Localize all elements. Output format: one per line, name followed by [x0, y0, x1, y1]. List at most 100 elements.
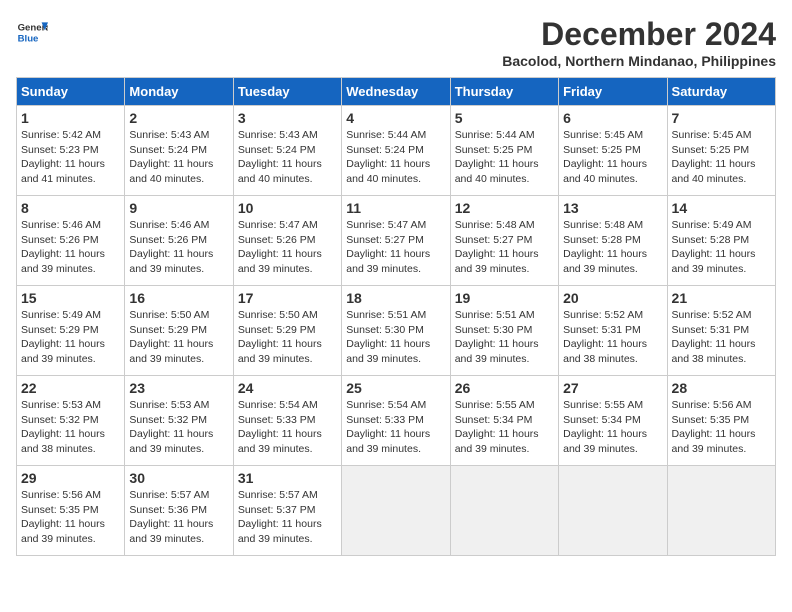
weekday-header-monday: Monday — [125, 78, 233, 106]
day-number: 25 — [346, 380, 445, 396]
weekday-header-tuesday: Tuesday — [233, 78, 341, 106]
calendar-cell: 5 Sunrise: 5:44 AM Sunset: 5:25 PM Daylig… — [450, 106, 558, 196]
cell-content: Sunrise: 5:55 AM Sunset: 5:34 PM Dayligh… — [455, 398, 554, 457]
calendar-week-5: 29 Sunrise: 5:56 AM Sunset: 5:35 PM Dayli… — [17, 466, 776, 556]
calendar-cell — [342, 466, 450, 556]
day-number: 11 — [346, 200, 445, 216]
calendar-week-1: 1 Sunrise: 5:42 AM Sunset: 5:23 PM Daylig… — [17, 106, 776, 196]
cell-content: Sunrise: 5:45 AM Sunset: 5:25 PM Dayligh… — [672, 128, 771, 187]
day-number: 15 — [21, 290, 120, 306]
weekday-header-friday: Friday — [559, 78, 667, 106]
cell-content: Sunrise: 5:51 AM Sunset: 5:30 PM Dayligh… — [455, 308, 554, 367]
cell-content: Sunrise: 5:52 AM Sunset: 5:31 PM Dayligh… — [672, 308, 771, 367]
day-number: 27 — [563, 380, 662, 396]
cell-content: Sunrise: 5:56 AM Sunset: 5:35 PM Dayligh… — [21, 488, 120, 547]
cell-content: Sunrise: 5:43 AM Sunset: 5:24 PM Dayligh… — [129, 128, 228, 187]
cell-content: Sunrise: 5:46 AM Sunset: 5:26 PM Dayligh… — [129, 218, 228, 277]
cell-content: Sunrise: 5:43 AM Sunset: 5:24 PM Dayligh… — [238, 128, 337, 187]
month-title: December 2024 — [502, 16, 776, 53]
day-number: 29 — [21, 470, 120, 486]
calendar-cell: 4Sunrise: 5:44 AM Sunset: 5:24 PM Daylig… — [342, 106, 450, 196]
calendar-cell: 25 Sunrise: 5:54 AM Sunset: 5:33 PM Dayli… — [342, 376, 450, 466]
day-number: 6 — [563, 110, 662, 126]
day-number: 16 — [129, 290, 228, 306]
calendar-cell: 17 Sunrise: 5:50 AM Sunset: 5:29 PM Dayli… — [233, 286, 341, 376]
cell-content: Sunrise: 5:54 AM Sunset: 5:33 PM Dayligh… — [238, 398, 337, 457]
day-number: 19 — [455, 290, 554, 306]
calendar-cell — [667, 466, 775, 556]
day-number: 26 — [455, 380, 554, 396]
header: General Blue December 2024 Bacolod, Nort… — [16, 16, 776, 69]
calendar-cell: 21Sunrise: 5:52 AM Sunset: 5:31 PM Dayli… — [667, 286, 775, 376]
calendar-cell: 31 Sunrise: 5:57 AM Sunset: 5:37 PM Dayli… — [233, 466, 341, 556]
cell-content: Sunrise: 5:44 AM Sunset: 5:25 PM Dayligh… — [455, 128, 554, 187]
calendar-cell: 8Sunrise: 5:46 AM Sunset: 5:26 PM Daylig… — [17, 196, 125, 286]
calendar-cell: 6 Sunrise: 5:45 AM Sunset: 5:25 PM Daylig… — [559, 106, 667, 196]
cell-content: Sunrise: 5:52 AM Sunset: 5:31 PM Dayligh… — [563, 308, 662, 367]
calendar-cell: 10Sunrise: 5:47 AM Sunset: 5:26 PM Dayli… — [233, 196, 341, 286]
day-number: 12 — [455, 200, 554, 216]
day-number: 2 — [129, 110, 228, 126]
calendar-cell — [450, 466, 558, 556]
day-number: 10 — [238, 200, 337, 216]
cell-content: Sunrise: 5:55 AM Sunset: 5:34 PM Dayligh… — [563, 398, 662, 457]
calendar-week-2: 8 Sunrise: 5:46 AM Sunset: 5:26 PM Daylig… — [17, 196, 776, 286]
weekday-header-saturday: Saturday — [667, 78, 775, 106]
day-number: 5 — [455, 110, 554, 126]
calendar-cell: 7 Sunrise: 5:45 AM Sunset: 5:25 PM Daylig… — [667, 106, 775, 196]
day-number: 20 — [563, 290, 662, 306]
calendar-cell: 16Sunrise: 5:50 AM Sunset: 5:29 PM Dayli… — [125, 286, 233, 376]
cell-content: Sunrise: 5:51 AM Sunset: 5:30 PM Dayligh… — [346, 308, 445, 367]
calendar-cell: 20 Sunrise: 5:52 AM Sunset: 5:31 PM Dayli… — [559, 286, 667, 376]
day-number: 7 — [672, 110, 771, 126]
cell-content: Sunrise: 5:48 AM Sunset: 5:28 PM Dayligh… — [563, 218, 662, 277]
calendar-cell: 1 Sunrise: 5:42 AM Sunset: 5:23 PM Daylig… — [17, 106, 125, 196]
calendar-cell: 29 Sunrise: 5:56 AM Sunset: 5:35 PM Dayli… — [17, 466, 125, 556]
calendar-cell: 30Sunrise: 5:57 AM Sunset: 5:36 PM Dayli… — [125, 466, 233, 556]
logo: General Blue — [16, 16, 48, 48]
cell-content: Sunrise: 5:50 AM Sunset: 5:29 PM Dayligh… — [238, 308, 337, 367]
calendar-cell: 15 Sunrise: 5:49 AM Sunset: 5:29 PM Dayli… — [17, 286, 125, 376]
day-number: 4 — [346, 110, 445, 126]
calendar-cell: 3 Sunrise: 5:43 AM Sunset: 5:24 PM Daylig… — [233, 106, 341, 196]
day-number: 18 — [346, 290, 445, 306]
day-number: 1 — [21, 110, 120, 126]
weekday-header-thursday: Thursday — [450, 78, 558, 106]
calendar-week-3: 15 Sunrise: 5:49 AM Sunset: 5:29 PM Dayli… — [17, 286, 776, 376]
calendar-cell: 22 Sunrise: 5:53 AM Sunset: 5:32 PM Dayli… — [17, 376, 125, 466]
location-title: Bacolod, Northern Mindanao, Philippines — [502, 53, 776, 69]
cell-content: Sunrise: 5:53 AM Sunset: 5:32 PM Dayligh… — [21, 398, 120, 457]
day-number: 14 — [672, 200, 771, 216]
calendar-cell: 13 Sunrise: 5:48 AM Sunset: 5:28 PM Dayli… — [559, 196, 667, 286]
calendar-cell: 28 Sunrise: 5:56 AM Sunset: 5:35 PM Dayli… — [667, 376, 775, 466]
calendar-cell: 9Sunrise: 5:46 AM Sunset: 5:26 PM Daylig… — [125, 196, 233, 286]
calendar-cell: 19 Sunrise: 5:51 AM Sunset: 5:30 PM Dayli… — [450, 286, 558, 376]
day-number: 8 — [21, 200, 120, 216]
cell-content: Sunrise: 5:54 AM Sunset: 5:33 PM Dayligh… — [346, 398, 445, 457]
cell-content: Sunrise: 5:56 AM Sunset: 5:35 PM Dayligh… — [672, 398, 771, 457]
cell-content: Sunrise: 5:45 AM Sunset: 5:25 PM Dayligh… — [563, 128, 662, 187]
day-number: 23 — [129, 380, 228, 396]
day-number: 22 — [21, 380, 120, 396]
calendar-cell: 23Sunrise: 5:53 AM Sunset: 5:32 PM Dayli… — [125, 376, 233, 466]
weekday-header-wednesday: Wednesday — [342, 78, 450, 106]
cell-content: Sunrise: 5:57 AM Sunset: 5:37 PM Dayligh… — [238, 488, 337, 547]
svg-text:Blue: Blue — [18, 34, 39, 45]
day-number: 17 — [238, 290, 337, 306]
cell-content: Sunrise: 5:47 AM Sunset: 5:27 PM Dayligh… — [346, 218, 445, 277]
day-number: 31 — [238, 470, 337, 486]
cell-content: Sunrise: 5:49 AM Sunset: 5:29 PM Dayligh… — [21, 308, 120, 367]
day-number: 3 — [238, 110, 337, 126]
calendar-cell — [559, 466, 667, 556]
calendar-table: SundayMondayTuesdayWednesdayThursdayFrid… — [16, 77, 776, 556]
calendar-cell: 2 Sunrise: 5:43 AM Sunset: 5:24 PM Daylig… — [125, 106, 233, 196]
cell-content: Sunrise: 5:48 AM Sunset: 5:27 PM Dayligh… — [455, 218, 554, 277]
cell-content: Sunrise: 5:42 AM Sunset: 5:23 PM Dayligh… — [21, 128, 120, 187]
day-number: 24 — [238, 380, 337, 396]
calendar-cell: 18 Sunrise: 5:51 AM Sunset: 5:30 PM Dayli… — [342, 286, 450, 376]
logo-icon: General Blue — [16, 16, 48, 48]
day-number: 28 — [672, 380, 771, 396]
day-number: 13 — [563, 200, 662, 216]
day-number: 30 — [129, 470, 228, 486]
title-area: December 2024 Bacolod, Northern Mindanao… — [502, 16, 776, 69]
